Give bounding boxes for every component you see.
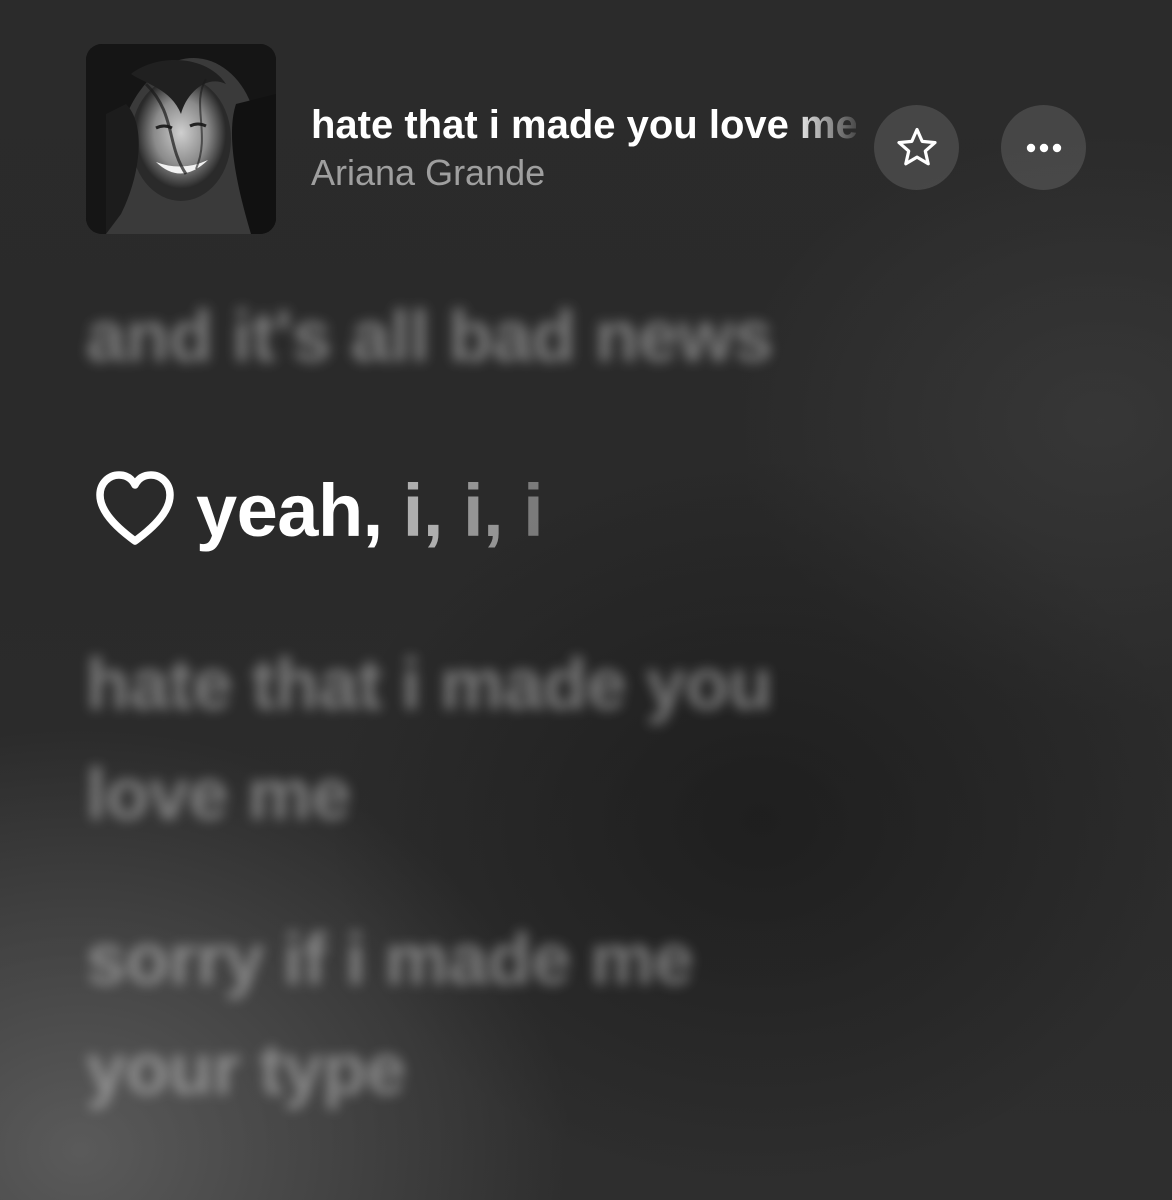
ellipsis-icon [1026, 143, 1061, 152]
lyric-unsung-word: i, [382, 468, 444, 552]
favorite-button[interactable] [874, 105, 959, 190]
lyric-line-next-2[interactable]: sorry if i made me your type [86, 905, 986, 1125]
track-info[interactable]: hate that i made you love me Ariana Gran… [311, 100, 856, 196]
artwork-photo-icon [86, 44, 276, 234]
lyric-unsung-word: i [503, 468, 544, 552]
now-playing-header: hate that i made you love me Ariana Gran… [0, 0, 1172, 260]
more-options-button[interactable] [1001, 105, 1086, 190]
lyric-unsung-word: i, [442, 468, 504, 552]
track-artist: Ariana Grande [311, 152, 546, 193]
lyric-line-next[interactable]: hate that i made you love me [86, 630, 986, 850]
lyric-line-previous[interactable]: and it's all bad news [86, 282, 986, 392]
track-title: hate that i made you love me [311, 103, 856, 147]
lyric-sung-text: yeah, [196, 468, 383, 552]
star-icon [896, 127, 937, 165]
album-artwork[interactable] [86, 44, 276, 234]
heart-icon [96, 471, 174, 545]
lyric-line-current[interactable]: yeah, i, i, i [90, 455, 544, 565]
